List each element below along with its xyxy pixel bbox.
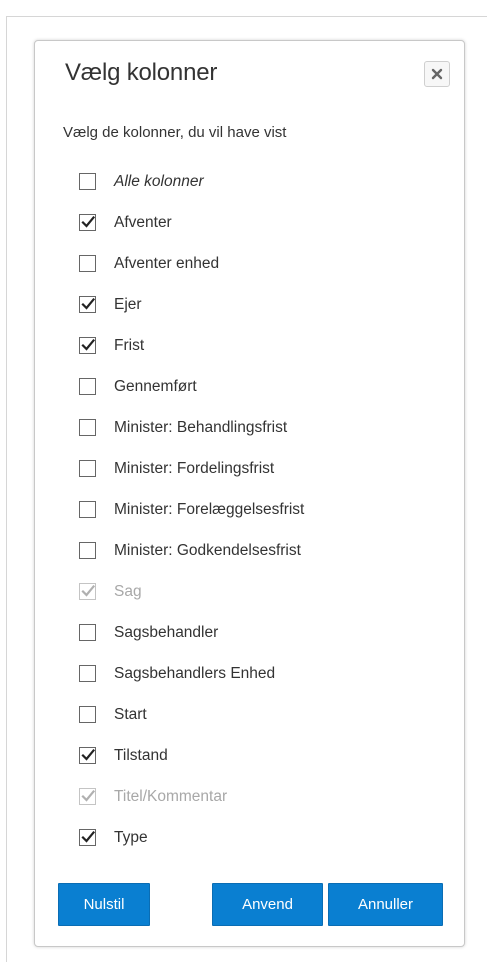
checkmark-icon <box>81 584 95 597</box>
option-label-minister-godkendelsesfrist: Minister: Godkendelsesfrist <box>114 541 301 559</box>
checkmark-icon <box>81 830 95 843</box>
column-option-list: Alle kolonner Afventer Afventer enhed Ejer F… <box>79 163 439 860</box>
option-label-minister-forelaeggelsesfrist: Minister: Forelæggelsesfrist <box>114 500 305 518</box>
checkmark-icon <box>81 215 95 228</box>
choose-columns-dialog: Vælg kolonner Vælg de kolonner, du vil h… <box>34 40 465 947</box>
option-label-sagsbehandlers-enhed: Sagsbehandlers Enhed <box>114 664 276 682</box>
option-label-minister-fordelingsfrist: Minister: Fordelingsfrist <box>114 459 275 477</box>
dialog-title: Vælg kolonner <box>65 59 218 86</box>
column-option-afventer-enhed[interactable]: Afventer enhed <box>79 245 439 286</box>
close-button[interactable] <box>424 61 450 87</box>
checkmark-icon <box>81 297 95 310</box>
checkmark-icon <box>81 789 95 802</box>
checkbox-alle-kolonner[interactable] <box>79 173 96 190</box>
option-label-tilstand: Tilstand <box>114 746 168 764</box>
option-label-ejer: Ejer <box>114 295 142 313</box>
option-label-minister-behandlingsfrist: Minister: Behandlingsfrist <box>114 418 288 436</box>
column-option-type[interactable]: Type <box>79 819 439 860</box>
reset-button[interactable]: Nulstil <box>58 883 150 926</box>
column-option-sag: Sag <box>79 573 439 614</box>
column-option-frist[interactable]: Frist <box>79 327 439 368</box>
checkbox-gennemfort[interactable] <box>79 378 96 395</box>
column-option-start[interactable]: Start <box>79 696 439 737</box>
option-label-sag: Sag <box>114 582 142 600</box>
checkbox-afventer-enhed[interactable] <box>79 255 96 272</box>
option-label-start: Start <box>114 705 147 723</box>
checkbox-frist[interactable] <box>79 337 96 354</box>
option-label-sagsbehandler: Sagsbehandler <box>114 623 219 641</box>
checkbox-minister-forelaeggelsesfrist[interactable] <box>79 501 96 518</box>
checkbox-start[interactable] <box>79 706 96 723</box>
column-option-tilstand[interactable]: Tilstand <box>79 737 439 778</box>
cancel-button[interactable]: Annuller <box>328 883 443 926</box>
column-option-minister-godkendelsesfrist[interactable]: Minister: Godkendelsesfrist <box>79 532 439 573</box>
column-option-gennemfort[interactable]: Gennemført <box>79 368 439 409</box>
option-label-afventer: Afventer <box>114 213 172 231</box>
column-option-minister-forelaeggelsesfrist[interactable]: Minister: Forelæggelsesfrist <box>79 491 439 532</box>
apply-button[interactable]: Anvend <box>212 883 323 926</box>
column-option-afventer[interactable]: Afventer <box>79 204 439 245</box>
dialog-subtitle: Vælg de kolonner, du vil have vist <box>63 124 287 141</box>
checkbox-sagsbehandlers-enhed[interactable] <box>79 665 96 682</box>
checkbox-minister-behandlingsfrist[interactable] <box>79 419 96 436</box>
column-option-alle-kolonner[interactable]: Alle kolonner <box>79 163 439 204</box>
checkbox-type[interactable] <box>79 829 96 846</box>
column-option-ejer[interactable]: Ejer <box>79 286 439 327</box>
checkmark-icon <box>81 338 95 351</box>
option-label-titel-kommentar: Titel/Kommentar <box>114 787 228 805</box>
checkbox-sag <box>79 583 96 600</box>
checkbox-minister-godkendelsesfrist[interactable] <box>79 542 96 559</box>
checkmark-icon <box>81 748 95 761</box>
column-option-titel-kommentar: Titel/Kommentar <box>79 778 439 819</box>
column-option-sagsbehandler[interactable]: Sagsbehandler <box>79 614 439 655</box>
checkbox-sagsbehandler[interactable] <box>79 624 96 641</box>
option-label-frist: Frist <box>114 336 145 354</box>
option-label-afventer-enhed: Afventer enhed <box>114 254 220 272</box>
column-option-minister-behandlingsfrist[interactable]: Minister: Behandlingsfrist <box>79 409 439 450</box>
option-label-alle-kolonner: Alle kolonner <box>114 172 204 190</box>
checkbox-minister-fordelingsfrist[interactable] <box>79 460 96 477</box>
checkbox-afventer[interactable] <box>79 214 96 231</box>
option-label-type: Type <box>114 828 148 846</box>
checkbox-tilstand[interactable] <box>79 747 96 764</box>
option-label-gennemfort: Gennemført <box>114 377 197 395</box>
column-option-sagsbehandlers-enhed[interactable]: Sagsbehandlers Enhed <box>79 655 439 696</box>
column-option-minister-fordelingsfrist[interactable]: Minister: Fordelingsfrist <box>79 450 439 491</box>
close-icon <box>431 68 443 80</box>
checkbox-ejer[interactable] <box>79 296 96 313</box>
checkbox-titel-kommentar <box>79 788 96 805</box>
